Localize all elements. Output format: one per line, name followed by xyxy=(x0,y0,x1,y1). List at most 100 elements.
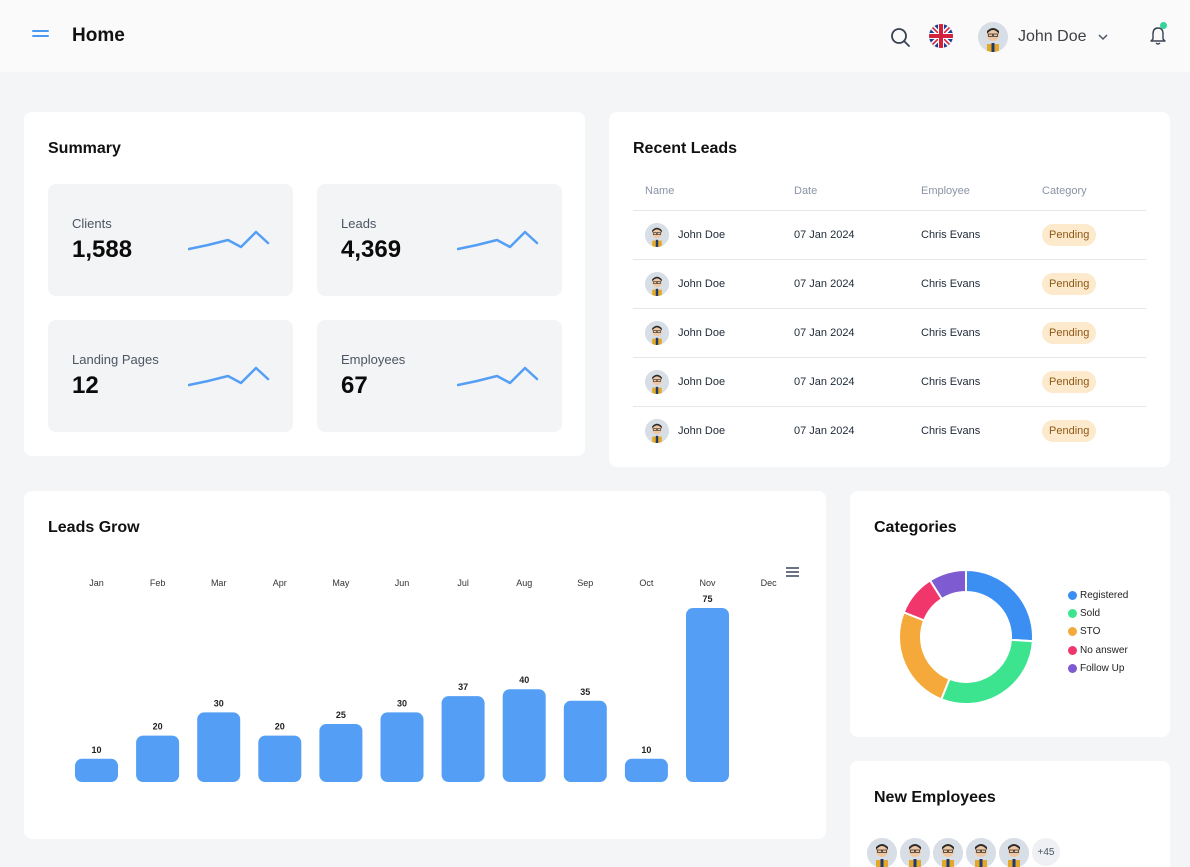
data-label: 37 xyxy=(458,682,468,692)
slice-registered[interactable] xyxy=(965,568,1034,643)
table-row[interactable]: John Doe 07 Jan 2024 Chris Evans Pending xyxy=(633,407,1146,456)
bar-sep[interactable] xyxy=(563,700,607,782)
menu-icon[interactable] xyxy=(32,30,49,42)
table-row[interactable]: John Doe 07 Jan 2024 Chris Evans Pending xyxy=(633,211,1146,260)
sparkline xyxy=(188,366,270,387)
bell-icon[interactable] xyxy=(1148,22,1168,47)
lead-name: John Doe xyxy=(678,229,726,241)
stat-card-landing-pages[interactable]: Landing Pages 12 xyxy=(48,320,293,432)
avatar xyxy=(978,22,1008,52)
legend-item[interactable]: STO xyxy=(1068,623,1128,641)
search-icon[interactable] xyxy=(889,26,911,48)
legend-swatch xyxy=(1068,645,1077,655)
column-header-category[interactable]: Category xyxy=(1042,185,1087,197)
x-tick-label: Dec xyxy=(761,578,778,588)
uk-flag-icon[interactable] xyxy=(929,24,953,48)
x-tick-label: Sep xyxy=(577,578,593,588)
stat-label: Employees xyxy=(341,352,406,367)
categories-donut-chart xyxy=(898,568,1034,705)
bar-mar[interactable] xyxy=(197,712,241,782)
table-row[interactable]: John Doe 07 Jan 2024 Chris Evans Pending xyxy=(633,260,1146,309)
x-tick-label: Jul xyxy=(457,578,469,588)
lead-name: John Doe xyxy=(678,278,726,290)
employee-avatar[interactable] xyxy=(898,836,932,867)
stat-label: Clients xyxy=(72,216,112,231)
bar-jul[interactable] xyxy=(441,696,485,782)
legend-item[interactable]: Registered xyxy=(1068,586,1128,604)
stat-label: Landing Pages xyxy=(72,352,159,367)
chevron-down-icon xyxy=(1097,34,1108,41)
legend-label: Sold xyxy=(1080,607,1101,619)
lead-name-cell: John Doe xyxy=(645,321,725,345)
data-label: 75 xyxy=(702,594,712,604)
data-label: 30 xyxy=(397,698,407,708)
new-employees-card: New Employees +45 xyxy=(850,761,1170,867)
data-label: 35 xyxy=(580,687,590,697)
stat-card-employees[interactable]: Employees 67 xyxy=(317,320,562,432)
avatar xyxy=(645,272,669,296)
categories-title: Categories xyxy=(874,519,957,536)
column-header-employee[interactable]: Employee xyxy=(921,185,970,197)
avatar xyxy=(645,223,669,247)
x-tick-label: May xyxy=(332,578,350,588)
lead-employee: Chris Evans xyxy=(921,229,981,241)
table-row[interactable]: John Doe 07 Jan 2024 Chris Evans Pending xyxy=(633,358,1146,407)
column-header-date[interactable]: Date xyxy=(794,185,817,197)
data-label: 40 xyxy=(519,675,529,685)
legend-item[interactable]: No answer xyxy=(1068,641,1128,659)
stat-value: 12 xyxy=(72,372,99,399)
avatar xyxy=(645,321,669,345)
lead-name: John Doe xyxy=(678,327,726,339)
lead-date: 07 Jan 2024 xyxy=(794,376,855,388)
bar-jan[interactable] xyxy=(75,758,118,782)
legend-label: No answer xyxy=(1080,644,1128,656)
lead-date: 07 Jan 2024 xyxy=(794,327,855,339)
legend-item[interactable]: Follow Up xyxy=(1068,659,1128,677)
summary-card: Summary Clients 1,588 Leads 4,369 Landin… xyxy=(24,112,585,456)
legend-label: STO xyxy=(1080,626,1101,638)
bar-jun[interactable] xyxy=(380,712,424,782)
data-label: 30 xyxy=(214,698,224,708)
employee-avatar[interactable] xyxy=(865,836,899,867)
lead-employee: Chris Evans xyxy=(921,327,981,339)
leads-bar-chart: Jan 10 Feb 20 Mar 30 Apr 20 May 25 Jun 30 Jul 37 Aug 40… xyxy=(75,578,778,782)
status-badge: Pending xyxy=(1042,322,1097,344)
x-tick-label: Aug xyxy=(516,578,532,588)
avatar xyxy=(645,419,669,443)
bar-apr[interactable] xyxy=(258,735,302,782)
stat-card-leads[interactable]: Leads 4,369 xyxy=(317,184,562,296)
bar-oct[interactable] xyxy=(624,758,668,782)
stat-card-clients[interactable]: Clients 1,588 xyxy=(48,184,293,296)
x-tick-label: Mar xyxy=(211,578,227,588)
legend-swatch xyxy=(1068,627,1077,637)
more-employees-badge[interactable]: +45 xyxy=(1030,836,1062,867)
column-header-name[interactable]: Name xyxy=(645,185,674,197)
lead-name-cell: John Doe xyxy=(645,419,725,443)
status-badge: Pending xyxy=(1042,273,1097,295)
x-tick-label: Jan xyxy=(89,578,104,588)
lead-name-cell: John Doe xyxy=(645,223,725,247)
data-label: 25 xyxy=(336,710,346,720)
bar-aug[interactable] xyxy=(502,689,546,782)
data-label: 10 xyxy=(91,745,101,755)
slice-sto[interactable] xyxy=(898,611,951,701)
employee-avatar[interactable] xyxy=(931,836,965,867)
table-row[interactable]: John Doe 07 Jan 2024 Chris Evans Pending xyxy=(633,309,1146,358)
data-label: 20 xyxy=(153,722,163,732)
user-menu[interactable]: John Doe xyxy=(978,21,1109,53)
legend-item[interactable]: Sold xyxy=(1068,604,1128,622)
bar-may[interactable] xyxy=(319,724,363,782)
employee-avatar[interactable] xyxy=(997,836,1031,867)
bar-feb[interactable] xyxy=(136,735,180,782)
lead-name-cell: John Doe xyxy=(645,370,725,394)
x-tick-label: Apr xyxy=(273,578,287,588)
bar-nov[interactable] xyxy=(686,608,729,782)
employee-avatar[interactable] xyxy=(964,836,998,867)
status-badge: Pending xyxy=(1042,224,1097,246)
data-label: 20 xyxy=(275,722,285,732)
lead-name: John Doe xyxy=(678,425,726,437)
slice-sold[interactable] xyxy=(940,638,1034,705)
legend-swatch xyxy=(1068,608,1077,618)
status-badge: Pending xyxy=(1042,420,1097,442)
x-tick-label: Oct xyxy=(639,578,654,588)
